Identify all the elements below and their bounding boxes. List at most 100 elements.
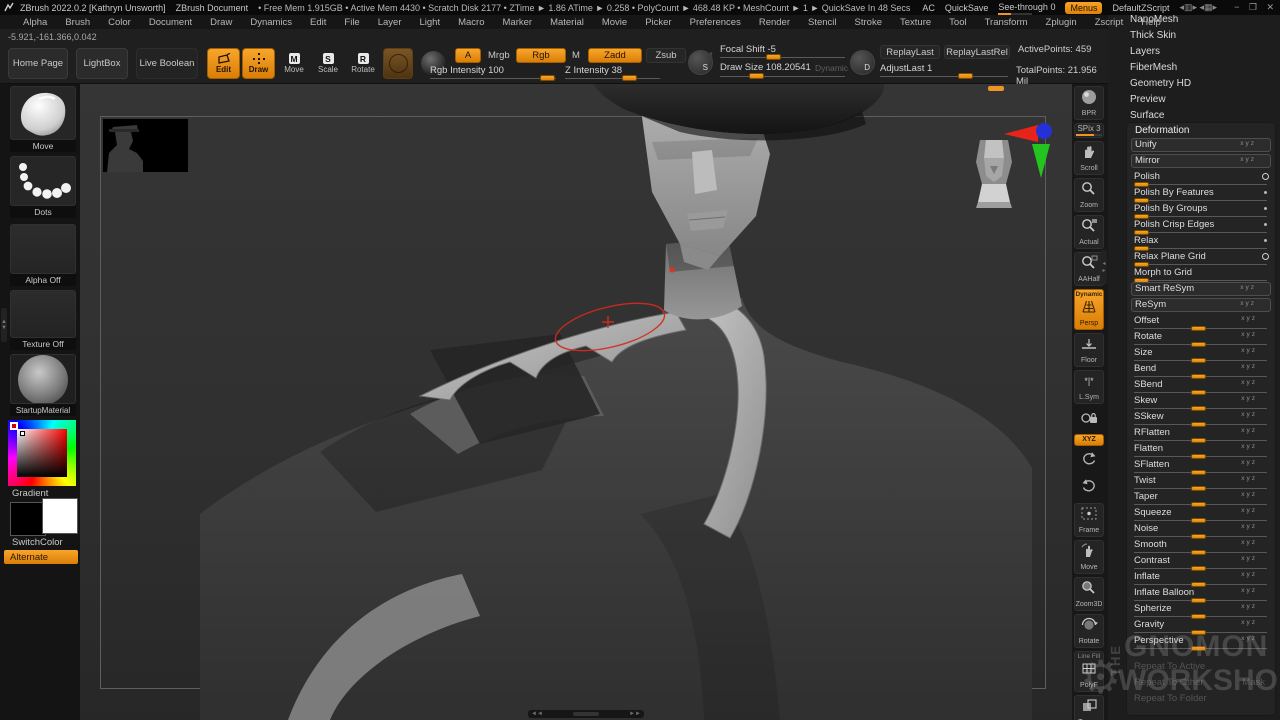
axis-toggles[interactable]: xyz — [1241, 475, 1257, 482]
rgb-intensity-slider[interactable]: Rgb Intensity 100 — [430, 65, 504, 76]
shelf-aahalf-button[interactable]: AAHalf — [1074, 252, 1104, 286]
stroke-curve-icon[interactable]: S — [688, 50, 713, 75]
deformation-inflate-balloon[interactable]: Inflate Balloonxyz — [1131, 586, 1271, 602]
shelf-persp-button[interactable]: DynamicPersp — [1074, 289, 1104, 330]
axis-toggles[interactable]: xyz — [1241, 347, 1257, 354]
axis-toggles[interactable]: xyz — [1241, 523, 1257, 530]
focal-shift-handle[interactable] — [766, 54, 781, 60]
axis-gizmo[interactable] — [1002, 118, 1056, 187]
menus-button[interactable]: Menus — [1065, 2, 1102, 14]
adjust-last-slider[interactable]: AdjustLast 1 — [880, 63, 932, 74]
default-zscript-button[interactable]: DefaultZScript — [1112, 3, 1169, 13]
menu-document[interactable]: Document — [140, 17, 201, 28]
alpha-thumbnail[interactable] — [10, 224, 76, 274]
deformation-polish-crisp-edges[interactable]: Polish Crisp Edges — [1131, 218, 1271, 234]
adjust-last-handle[interactable] — [958, 73, 973, 79]
scale-button[interactable]: S Scale — [314, 48, 342, 79]
sculpt-viewport[interactable]: ◄◄ ►► — [80, 84, 1072, 720]
axis-toggles[interactable]: xyz — [1241, 443, 1257, 450]
menu-stencil[interactable]: Stencil — [799, 17, 846, 28]
replay-last-rel-button[interactable]: ReplayLastRel — [944, 45, 1010, 59]
draw-size-handle[interactable] — [749, 73, 764, 79]
axis-toggles[interactable]: xyz — [1241, 411, 1257, 418]
shelf-spinl-button[interactable] — [1074, 449, 1104, 473]
main-color-swatch[interactable] — [10, 502, 46, 536]
deformation-sflatten[interactable]: SFlattenxyz — [1131, 458, 1271, 474]
axis-toggles[interactable]: xyz — [1240, 284, 1256, 291]
tray-toggle-icons[interactable]: ◂▥▸ ◂▦▸ — [1180, 2, 1218, 13]
menu-zplugin[interactable]: Zplugin — [1037, 17, 1086, 28]
alternate-button[interactable]: Alternate — [4, 550, 78, 564]
axis-toggles[interactable]: xyz — [1241, 363, 1257, 370]
axis-toggles[interactable]: xyz — [1241, 379, 1257, 386]
scroll-right-icon[interactable]: ►► — [629, 711, 641, 717]
deformation-polish[interactable]: Polish — [1131, 170, 1271, 186]
canvas-scrollbar[interactable]: ◄◄ ►► — [528, 710, 644, 718]
tool-section-layers[interactable]: Layers — [1108, 44, 1280, 60]
menu-texture[interactable]: Texture — [891, 17, 940, 28]
edit-button[interactable]: Edit — [207, 48, 240, 79]
tool-section-geometry-hd[interactable]: Geometry HD — [1108, 76, 1280, 92]
axis-toggles[interactable]: xyz — [1241, 587, 1257, 594]
menu-file[interactable]: File — [335, 17, 368, 28]
axis-toggles[interactable]: xyz — [1241, 491, 1257, 498]
slider-track[interactable] — [1134, 184, 1267, 185]
zsub-toggle[interactable]: Zsub — [646, 48, 686, 63]
texture-thumbnail[interactable] — [10, 290, 76, 338]
quicksave-button[interactable]: QuickSave — [945, 3, 989, 13]
axis-toggles[interactable]: xyz — [1241, 331, 1257, 338]
deformation-rotate[interactable]: Rotatexyz — [1131, 330, 1271, 346]
shelf-move-button[interactable]: Move — [1074, 540, 1104, 574]
restore-icon[interactable]: ❐ — [1249, 2, 1257, 12]
shelf-floor-button[interactable]: Floor — [1074, 333, 1104, 367]
draw-size-track[interactable] — [720, 76, 845, 77]
deformation-rflatten[interactable]: RFlattenxyz — [1131, 426, 1271, 442]
deformation-unify[interactable]: Unifyxyz — [1131, 138, 1271, 152]
material-thumbnail[interactable] — [10, 354, 76, 404]
dot-toggle[interactable] — [1264, 223, 1267, 226]
deformation-twist[interactable]: Twistxyz — [1131, 474, 1271, 490]
spix-slider[interactable] — [1076, 134, 1102, 136]
shelf-actual-button[interactable]: Actual — [1074, 215, 1104, 249]
tool-section-preview[interactable]: Preview — [1108, 92, 1280, 108]
draw-button[interactable]: Draw — [242, 48, 275, 79]
slider-track[interactable] — [1134, 216, 1267, 217]
dot-toggle[interactable] — [1264, 207, 1267, 210]
axis-toggles[interactable]: xyz — [1241, 555, 1257, 562]
dots-stroke-icon[interactable]: D — [850, 50, 875, 75]
deformation-morph-to-grid[interactable]: Morph to Grid — [1131, 266, 1271, 282]
deformation-smart-resym[interactable]: Smart ReSymxyz — [1131, 282, 1271, 296]
draw-size-slider[interactable]: Draw Size 108.20541 — [720, 62, 811, 73]
mrgb-toggle[interactable]: Mrgb — [488, 50, 510, 61]
dot-toggle[interactable] — [1264, 239, 1267, 242]
axis-toggles[interactable]: xyz — [1240, 140, 1256, 147]
switch-color-button[interactable]: SwitchColor — [10, 536, 76, 548]
rgb-intensity-track[interactable] — [430, 78, 556, 79]
shelf-l-sym-button[interactable]: *|*L.Sym — [1074, 370, 1104, 404]
deformation-taper[interactable]: Taperxyz — [1131, 490, 1271, 506]
shelf-polyf-button[interactable]: Line FillPolyF — [1074, 651, 1104, 692]
deformation-header[interactable]: Deformation — [1127, 123, 1275, 138]
deformation-contrast[interactable]: Contrastxyz — [1131, 554, 1271, 570]
deformation-squeeze[interactable]: Squeezexyz — [1131, 506, 1271, 522]
deformation-resym[interactable]: ReSymxyz — [1131, 298, 1271, 312]
dot-toggle[interactable] — [1264, 191, 1267, 194]
close-icon[interactable]: ✕ — [1266, 2, 1274, 12]
focal-shift-track[interactable] — [720, 57, 845, 58]
see-through-slider[interactable]: See-through 0 — [998, 2, 1055, 14]
menu-draw[interactable]: Draw — [201, 17, 241, 28]
shelf-spix-3-button[interactable]: SPix 3 — [1074, 123, 1104, 138]
deformation-size[interactable]: Sizexyz — [1131, 346, 1271, 362]
deformation-polish-by-features[interactable]: Polish By Features — [1131, 186, 1271, 202]
ac-button[interactable]: AC — [922, 3, 935, 13]
axis-toggles[interactable]: xyz — [1241, 459, 1257, 466]
shelf-scroll-button[interactable]: Scroll — [1074, 141, 1104, 175]
menu-render[interactable]: Render — [750, 17, 799, 28]
axis-toggles[interactable]: xyz — [1241, 635, 1257, 642]
z-intensity-handle[interactable] — [622, 75, 637, 81]
deformation-bend[interactable]: Bendxyz — [1131, 362, 1271, 378]
lightbox-button[interactable]: LightBox — [76, 48, 128, 79]
color-picker[interactable] — [8, 420, 76, 486]
rotate-button[interactable]: R Rotate — [348, 48, 378, 79]
current-brush-thumbnail[interactable] — [10, 86, 76, 140]
